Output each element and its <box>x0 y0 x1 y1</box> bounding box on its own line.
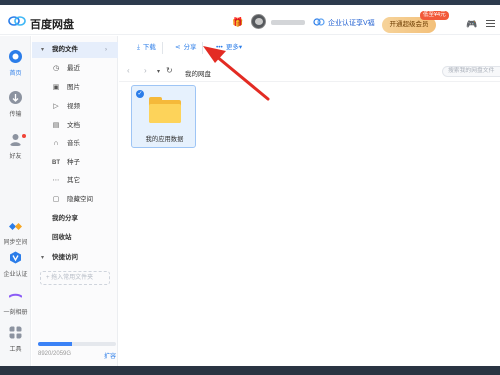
friends-icon <box>10 134 21 146</box>
history-caret-icon[interactable]: ▾ <box>157 67 160 77</box>
file-toolbar: ⤓ 下载 ⋖ 分享 ••• 更多▾ <box>119 36 500 60</box>
rail-item-enterprise[interactable]: 企业认证 <box>0 251 31 278</box>
user-name-redacted[interactable] <box>271 20 305 25</box>
rail-item-tools[interactable]: 工具 <box>0 326 31 353</box>
rail-label: 工具 <box>9 347 22 353</box>
lock-icon: ▢ <box>52 196 60 203</box>
document-icon: ▤ <box>52 122 60 129</box>
rail-label: 首页 <box>9 71 22 77</box>
storage-usage-text: 8920/2059G <box>38 351 72 357</box>
more-dots-icon: ••• <box>216 44 223 51</box>
sidebar-item-label: 其它 <box>67 177 80 184</box>
sidebar-item-label: 音乐 <box>67 140 80 147</box>
download-button[interactable]: ⤓ 下载 <box>131 42 163 54</box>
other-icon: ⋯ <box>52 177 60 184</box>
share-icon: ⋖ <box>175 44 181 51</box>
clock-icon: ◷ <box>52 65 60 72</box>
back-icon[interactable]: ‹ <box>127 66 130 76</box>
more-label: 更多 <box>225 44 239 51</box>
storage-usage-fill <box>38 342 72 346</box>
rail-item-friends[interactable]: 好友 <box>0 133 31 160</box>
share-button[interactable]: ⋖ 分享 <box>169 42 204 54</box>
sync-space-icon <box>8 222 23 231</box>
sidebar-item-label: 隐藏空间 <box>67 196 93 203</box>
share-label: 分享 <box>183 44 197 51</box>
sidebar: ▾ 我的文件 › ◷ 最近 ▣ 图片 ▷ 视频 ▤ 文档 ∩ 音乐 BT 种子 … <box>32 36 118 366</box>
more-button[interactable]: ••• 更多▾ <box>210 42 248 54</box>
notification-dot <box>22 134 26 138</box>
rail-label: 一刻相册 <box>3 310 28 316</box>
rail-item-transfer[interactable]: 传输 <box>0 91 31 118</box>
sidebar-item-my-files[interactable]: ▾ 我的文件 › <box>32 42 118 58</box>
sidebar-item-documents[interactable]: ▤ 文档 <box>32 118 118 134</box>
sidebar-item-hidden-space[interactable]: ▢ 隐藏空间 <box>32 192 118 208</box>
storage-expand-link[interactable]: 扩容 <box>104 351 116 360</box>
vip-price-badge: 低至¥4元 <box>420 11 449 20</box>
sidebar-item-label: 我的文件 <box>52 46 78 53</box>
rail-label: 传输 <box>9 112 22 118</box>
rail-item-sync-space[interactable]: 同步空间 <box>0 219 31 246</box>
caret-down-icon: ▾ <box>41 47 45 53</box>
transfer-icon <box>9 91 22 104</box>
download-icon: ⤓ <box>137 44 140 51</box>
download-label: 下载 <box>142 44 156 51</box>
chevron-right-icon: › <box>105 47 107 53</box>
sidebar-item-label: 视频 <box>67 103 80 110</box>
rail-item-home[interactable]: 首页 <box>0 50 31 77</box>
refresh-icon[interactable]: ↻ <box>166 66 173 76</box>
nav-rail: 首页 传输 好友 同步空间 企业认证 一刻相册 工具 <box>0 36 31 366</box>
enterprise-verify-link[interactable]: 企业认证享V福 <box>328 18 375 28</box>
forward-icon[interactable]: › <box>144 66 147 76</box>
rail-label: 企业认证 <box>3 272 28 278</box>
caret-down-icon: ▾ <box>238 44 243 51</box>
enterprise-v-icon <box>10 251 21 264</box>
sidebar-item-quick-access[interactable]: ▾ 快捷访问 <box>32 250 118 266</box>
file-tile[interactable]: ✓ 我的应用数据 <box>131 85 196 148</box>
headphones-icon: ∩ <box>53 140 59 147</box>
sidebar-item-music[interactable]: ∩ 音乐 <box>32 136 118 152</box>
gamepad-icon[interactable]: 🎮 <box>466 19 477 29</box>
sidebar-item-label: 种子 <box>67 159 80 166</box>
bt-icon: BT <box>52 160 60 166</box>
window-bottom-edge <box>0 366 500 375</box>
storage-usage-bar <box>38 342 116 346</box>
sidebar-item-label: 快捷访问 <box>52 254 78 261</box>
file-name: 我的应用数据 <box>145 136 184 143</box>
sidebar-item-label: 回收站 <box>52 234 72 241</box>
add-quick-access-dropzone[interactable]: + 拖入常用文件夹 <box>40 271 110 285</box>
folder-icon <box>149 97 181 123</box>
sidebar-item-recycle-bin[interactable]: 回收站 <box>32 230 118 246</box>
sidebar-item-torrents[interactable]: BT 种子 <box>32 155 118 171</box>
check-icon[interactable]: ✓ <box>136 90 144 98</box>
sidebar-item-label: 图片 <box>67 84 80 91</box>
rail-item-album[interactable]: 一刻相册 <box>0 289 31 316</box>
tools-icon <box>9 326 22 339</box>
baidu-netdisk-logo-icon <box>8 16 26 26</box>
cloud-home-icon <box>9 50 22 63</box>
sidebar-item-my-share[interactable]: 我的分享 <box>32 211 118 227</box>
video-icon: ▷ <box>53 103 59 110</box>
caret-down-icon: ▾ <box>41 255 45 261</box>
rail-label: 同步空间 <box>3 240 28 246</box>
sidebar-item-videos[interactable]: ▷ 视频 <box>32 99 118 115</box>
search-input[interactable]: 搜索我的网盘文件 <box>442 66 500 77</box>
enterprise-verify-icon[interactable] <box>313 18 325 26</box>
sidebar-item-other[interactable]: ⋯ 其它 <box>32 173 118 189</box>
image-icon: ▣ <box>52 84 60 91</box>
avatar[interactable] <box>251 14 266 29</box>
sidebar-item-label: 最近 <box>67 65 80 72</box>
sidebar-item-label: 文档 <box>67 122 80 129</box>
rail-label: 好友 <box>9 154 22 160</box>
menu-icon[interactable] <box>486 20 495 29</box>
sidebar-item-recent[interactable]: ◷ 最近 <box>32 61 118 77</box>
gift-icon[interactable]: 🎁 <box>232 17 243 27</box>
sidebar-item-images[interactable]: ▣ 图片 <box>32 80 118 96</box>
album-icon <box>8 293 23 298</box>
breadcrumb-root[interactable]: 我的网盘 <box>185 68 211 78</box>
sidebar-item-label: 我的分享 <box>52 215 78 222</box>
title-bar: 百度网盘 🎁 企业认证享V福 开通超级会员 低至¥4元 🎮 <box>0 5 500 35</box>
app-title: 百度网盘 <box>30 19 74 31</box>
